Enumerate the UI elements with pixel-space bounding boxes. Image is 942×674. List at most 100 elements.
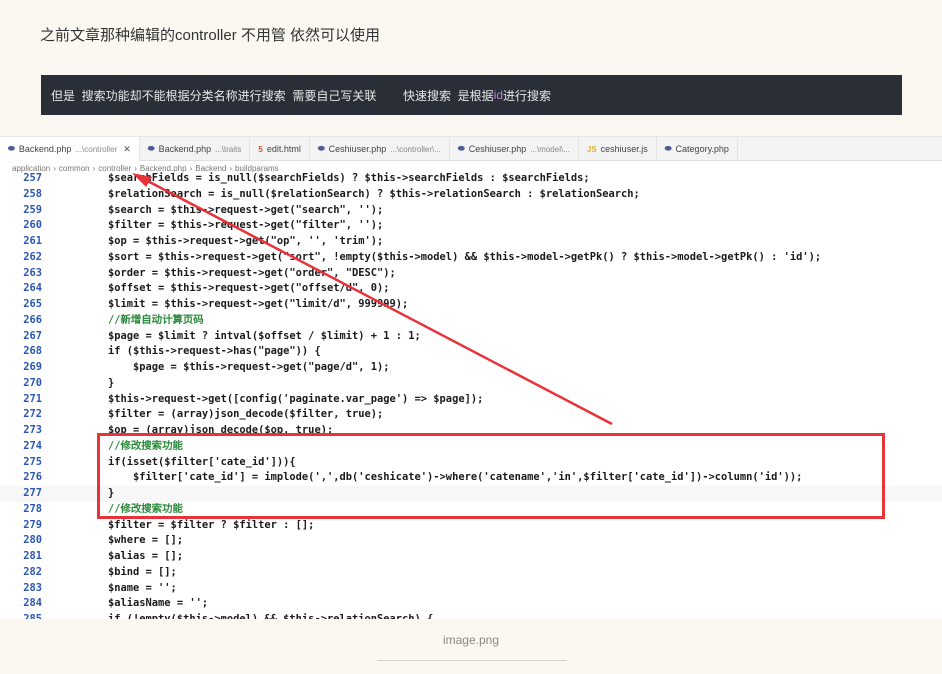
image-caption: image.png: [442, 633, 500, 647]
code-line[interactable]: 257 $searchFields = is_null($searchFields…: [0, 171, 942, 187]
tab-label: Ceshiuser.php: [328, 144, 387, 154]
line-number: 277: [23, 487, 42, 499]
tab-path: ...\traits: [215, 144, 242, 154]
code-text: $offset = $this->request->get("offset/d"…: [108, 282, 390, 295]
editor-tab[interactable]: ⬬ Ceshiuser.php ...\model\...: [450, 137, 579, 161]
caption-divider: [377, 660, 567, 661]
line-number: 278: [23, 502, 42, 515]
code-text: $search = $this->request->get("search", …: [108, 203, 384, 216]
code-text: $page = $limit ? intval($offset / $limit…: [108, 329, 421, 342]
quote-text-1: 但是 搜索功能却不能根据分类名称进行搜索 需要自己写关联 快速搜索 是根据: [51, 88, 494, 103]
close-icon[interactable]: ✕: [123, 144, 131, 155]
code-line[interactable]: 284 $aliasName = '';: [0, 596, 942, 612]
code-text: $op = $this->request->get("op", '', 'tri…: [108, 235, 384, 247]
code-line[interactable]: 280 $where = [];: [0, 533, 942, 549]
editor-tab[interactable]: 5 edit.html: [250, 137, 310, 161]
quote-text-2: 进行搜索: [503, 88, 552, 103]
editor-tab[interactable]: ⬬ Backend.php ...\controller ✕: [0, 137, 140, 161]
tab-label: Category.php: [675, 144, 729, 154]
line-number: 258: [23, 187, 42, 200]
line-number: 285: [23, 613, 42, 619]
code-line[interactable]: 272 $filter = (array)json_decode($filter,…: [0, 407, 942, 423]
code-line[interactable]: 285 if (!empty($this->model) && $this->re…: [0, 612, 942, 619]
code-text: $name = '';: [108, 581, 177, 594]
code-text: $where = [];: [108, 534, 184, 547]
line-number: 282: [23, 565, 42, 578]
code-line[interactable]: 261 $op = $this->request->get("op", '', '…: [0, 234, 942, 250]
line-number: 266: [23, 313, 42, 326]
line-number: 270: [23, 376, 42, 389]
html-file-icon: 5: [258, 144, 263, 154]
editor-tab[interactable]: ⬬ Ceshiuser.php ...\controller\...: [310, 137, 450, 161]
annotation-highlight-box: [97, 433, 885, 519]
code-text: $filter = (array)json_decode($filter, tr…: [108, 408, 384, 421]
quote-code-id: id: [493, 88, 504, 102]
code-line[interactable]: 267 $page = $limit ? intval($offset / $li…: [0, 329, 942, 345]
line-number: 275: [23, 455, 42, 468]
code-line[interactable]: 271 $this->request->get([config('paginate…: [0, 392, 942, 408]
code-text: $filter = $this->request->get("filter", …: [108, 219, 384, 232]
php-file-icon: ⬬: [457, 144, 465, 153]
editor-tab[interactable]: JS ceshiuser.js: [579, 137, 657, 161]
intro-paragraph: 之前文章那种编辑的controller 不用管 依然可以使用: [40, 27, 381, 44]
code-text: $filter = $filter ? $filter : [];: [108, 518, 315, 531]
code-line[interactable]: 269 $page = $this->request->get("page/d"…: [0, 360, 942, 376]
php-file-icon: ⬬: [664, 144, 672, 153]
code-text: $this->request->get([config('paginate.va…: [108, 392, 484, 405]
line-number: 281: [23, 550, 42, 562]
line-number: 263: [23, 266, 42, 279]
code-screenshot: ⬬ Backend.php ...\controller ✕ ⬬ Backend.php.…: [0, 136, 942, 619]
code-line[interactable]: 281 $alias = [];: [0, 549, 942, 565]
code-line[interactable]: 265 $limit = $this->request->get("limit/d…: [0, 297, 942, 313]
code-line[interactable]: 263 $order = $this->request->get("order",…: [0, 266, 942, 282]
code-text: $order = $this->request->get("order", "D…: [108, 266, 396, 279]
line-number: 264: [23, 282, 42, 295]
tab-path: ...\controller\...: [390, 144, 441, 154]
code-text: $sort = $this->request->get("sort", !emp…: [108, 250, 822, 263]
line-number: 261: [23, 235, 42, 247]
line-number: 276: [23, 471, 42, 484]
code-line[interactable]: 264 $offset = $this->request->get("offset…: [0, 281, 942, 297]
code-text: $aliasName = '';: [108, 597, 209, 610]
code-line[interactable]: 270}: [0, 376, 942, 392]
line-number: 284: [23, 597, 42, 610]
code-text: $alias = [];: [108, 550, 184, 562]
editor-tab[interactable]: ⬬ Backend.php ...\traits: [140, 137, 251, 161]
tab-label: ceshiuser.js: [600, 144, 648, 154]
code-editor: 257 $searchFields = is_null($searchFields…: [0, 171, 942, 619]
code-line[interactable]: 258 $relationSearch = is_null($relationSe…: [0, 187, 942, 203]
editor-tab[interactable]: ⬬ Category.php: [657, 137, 738, 161]
line-number: 274: [23, 439, 42, 452]
line-number: 271: [23, 392, 42, 405]
code-line[interactable]: 283 $name = '';: [0, 581, 942, 597]
code-line[interactable]: 268 if ($this->request->has("page")) {: [0, 344, 942, 360]
php-file-icon: ⬬: [317, 144, 325, 153]
code-text: }: [108, 376, 115, 389]
code-line[interactable]: 260 $filter = $this->request->get("filter…: [0, 218, 942, 234]
line-number: 265: [23, 298, 42, 310]
code-line[interactable]: 282 $bind = [];: [0, 565, 942, 581]
code-text: if (!empty($this->model) && $this->relat…: [108, 613, 434, 619]
js-file-icon: JS: [586, 144, 597, 154]
code-line[interactable]: 279 $filter = $filter ? $filter : [];: [0, 518, 942, 534]
tab-path: ...\model\...: [530, 144, 570, 154]
php-file-icon: ⬬: [8, 144, 15, 153]
code-text: $searchFields = is_null($searchFields) ?…: [108, 172, 590, 184]
code-text: $page = $this->request->get("page/d", 1)…: [108, 361, 390, 373]
line-number: 272: [23, 408, 42, 421]
code-text: //新增自动计算页码: [108, 313, 204, 326]
code-line[interactable]: 262 $sort = $this->request->get("sort", !…: [0, 250, 942, 266]
line-number: 260: [23, 219, 42, 232]
code-text: if ($this->request->has("page")) {: [108, 345, 321, 358]
code-text: $relationSearch = is_null($relationSearc…: [108, 187, 640, 200]
code-line[interactable]: 266 //新增自动计算页码: [0, 313, 942, 329]
code-line[interactable]: 259 $search = $this->request->get("search…: [0, 203, 942, 219]
code-text: $bind = [];: [108, 565, 177, 578]
tab-label: Ceshiuser.php: [468, 144, 527, 154]
line-number: 262: [23, 250, 42, 263]
tab-label: edit.html: [266, 144, 301, 154]
line-number: 259: [23, 203, 42, 216]
line-number: 279: [23, 518, 42, 531]
php-file-icon: ⬬: [147, 144, 155, 153]
line-number: 280: [23, 534, 42, 547]
